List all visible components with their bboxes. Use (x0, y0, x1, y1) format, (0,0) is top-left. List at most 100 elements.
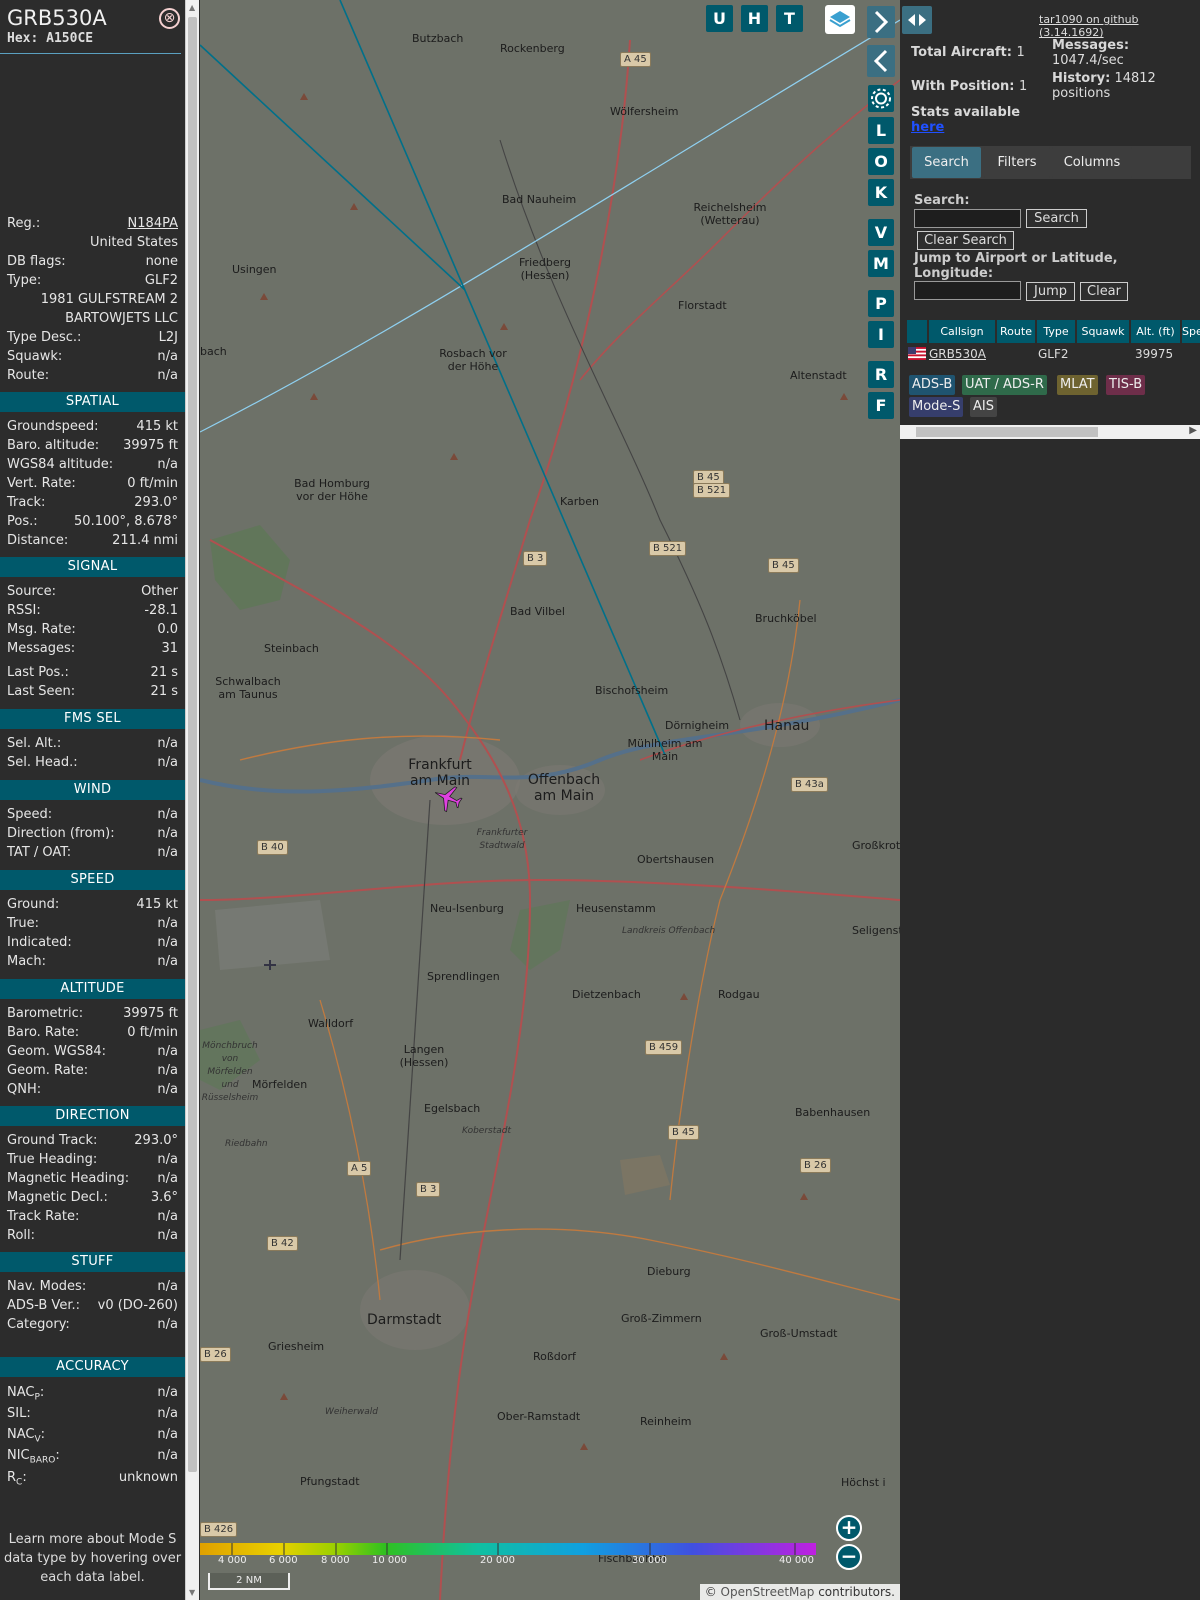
info-value: Other (141, 584, 178, 599)
info-row: Roll: n/a (7, 1228, 178, 1246)
tab-filters[interactable]: Filters (984, 147, 1050, 178)
registration-link[interactable]: N184PA (128, 216, 178, 234)
info-row: Magnetic Heading: n/a (7, 1171, 178, 1189)
scrollbar-thumb[interactable] (916, 427, 1098, 437)
column-header[interactable]: Callsign (929, 320, 995, 343)
scroll-up-icon[interactable]: ▲ (189, 3, 195, 12)
chevron-right-icon (874, 10, 889, 34)
toggle-h-button[interactable]: H (741, 5, 768, 32)
place-label: Florstadt (678, 299, 727, 312)
info-label: Type: (7, 273, 42, 288)
stats-link[interactable]: here (911, 120, 944, 135)
table-horizontal-scrollbar[interactable]: ▶ (900, 425, 1200, 439)
search-button[interactable]: Search (1026, 209, 1087, 228)
section-header-spatial: SPATIAL (0, 392, 185, 412)
info-value: 31 (161, 641, 178, 656)
info-label: Source: (7, 584, 57, 599)
tab-columns[interactable]: Columns (1052, 147, 1132, 178)
scroll-right-icon[interactable]: ▶ (1189, 425, 1197, 436)
place-label: bach (200, 345, 227, 358)
info-value: none (145, 254, 178, 269)
scroll-down-icon[interactable]: ▼ (189, 1588, 195, 1597)
toggle-o-button[interactable]: O (868, 148, 894, 175)
jump-button[interactable]: Jump (1026, 282, 1075, 301)
zoom-out-button[interactable]: − (836, 1544, 862, 1570)
info-row: ADS-B Ver.: v0 (DO-260) (7, 1298, 178, 1316)
section-header-fms-sel: FMS SEL (0, 709, 185, 729)
section-header-altitude: ALTITUDE (0, 979, 185, 999)
info-label: Track: (7, 495, 46, 510)
search-input[interactable] (914, 209, 1021, 228)
source-badge: MLAT (1057, 375, 1098, 395)
settings-button[interactable] (868, 85, 894, 112)
altitude-tick-label: 30 000 (632, 1555, 667, 1566)
info-row: WGS84 altitude: n/a (7, 457, 178, 475)
column-header[interactable]: Route (997, 320, 1035, 343)
row-callsign[interactable]: GRB530A (929, 345, 986, 363)
place-label: Riedbahn (225, 1139, 268, 1149)
column-header[interactable]: Type (1037, 320, 1075, 343)
info-value: n/a (157, 349, 178, 364)
column-header[interactable]: Spe (1182, 320, 1200, 343)
toggle-sidebar-button[interactable] (902, 6, 932, 34)
github-link[interactable]: tar1090 on github (3.14.1692) (1039, 13, 1200, 39)
expand-right-button[interactable] (867, 6, 895, 38)
info-row: Type: GLF2 (7, 273, 178, 291)
info-row: Barometric: 39975 ft (7, 1006, 178, 1024)
info-value: n/a (157, 1279, 178, 1294)
info-value: L2J (158, 330, 178, 345)
info-panel-scrollbar[interactable]: ▲ ▼ (185, 0, 199, 1600)
info-row: True: n/a (7, 916, 178, 934)
info-label: Ground: (7, 897, 60, 912)
info-label: Indicated: (7, 935, 72, 950)
toggle-r-button[interactable]: R (868, 361, 894, 388)
toggle-i-button[interactable]: I (868, 321, 894, 348)
info-row: Track: 293.0° (7, 495, 178, 513)
place-label: Hanau (764, 718, 810, 734)
info-label: DB flags: (7, 254, 66, 269)
toggle-m-button[interactable]: M (868, 250, 894, 277)
info-label: Msg. Rate: (7, 622, 76, 637)
tab-search[interactable]: Search (912, 147, 981, 178)
toggle-u-button[interactable]: U (706, 5, 733, 32)
column-header[interactable] (907, 320, 927, 343)
clear-search-button[interactable]: Clear Search (917, 231, 1014, 250)
toggle-f-button[interactable]: F (868, 392, 894, 419)
place-label: Groß-Zimmern (621, 1312, 702, 1325)
source-badge: AIS (970, 397, 997, 417)
scrollbar-thumb[interactable] (188, 17, 197, 1472)
close-icon[interactable]: ⊗ (159, 8, 180, 29)
altitude-tick-label: 10 000 (372, 1555, 407, 1566)
toggle-p-button[interactable]: P (868, 290, 894, 317)
toggle-l-button[interactable]: L (868, 117, 894, 144)
clear-button[interactable]: Clear (1080, 282, 1128, 301)
place-label: Bad Vilbel (510, 605, 565, 618)
info-value: 50.100°, 8.678° (74, 514, 178, 529)
toggle-v-button[interactable]: V (868, 219, 894, 246)
toggle-t-button[interactable]: T (776, 5, 803, 32)
info-row: Nav. Modes: n/a (7, 1279, 178, 1297)
column-header[interactable]: Squawk (1077, 320, 1129, 343)
collapse-left-button[interactable] (867, 45, 895, 77)
place-label: Mühlheim am Main (627, 737, 703, 763)
place-label: Reinheim (640, 1415, 692, 1428)
info-row: Ground: 415 kt (7, 897, 178, 915)
gear-icon (871, 88, 891, 109)
road-label: A 5 (347, 1161, 372, 1176)
place-label: Griesheim (268, 1340, 325, 1353)
info-value: 293.0° (134, 495, 178, 510)
info-row: Messages: 31 (7, 641, 178, 659)
place-label: Langen (Hessen) (399, 1043, 449, 1069)
toggle-k-button[interactable]: K (868, 179, 894, 206)
info-row: Mach: n/a (7, 954, 178, 972)
place-label: Rodgau (718, 988, 760, 1001)
jump-input[interactable] (914, 281, 1021, 300)
section-header-direction: DIRECTION (0, 1106, 185, 1126)
layers-button[interactable] (825, 5, 855, 34)
map-view[interactable]: Butzbach Rockenberg Wölfersheim Bad Nauheim… (200, 0, 900, 1600)
road-label: B 3 (416, 1182, 441, 1197)
column-header[interactable]: Alt. (ft) (1131, 320, 1180, 343)
osm-link[interactable]: OpenStreetMap (721, 1585, 815, 1599)
altitude-tick-label: 20 000 (480, 1555, 515, 1566)
zoom-in-button[interactable]: + (836, 1515, 862, 1541)
